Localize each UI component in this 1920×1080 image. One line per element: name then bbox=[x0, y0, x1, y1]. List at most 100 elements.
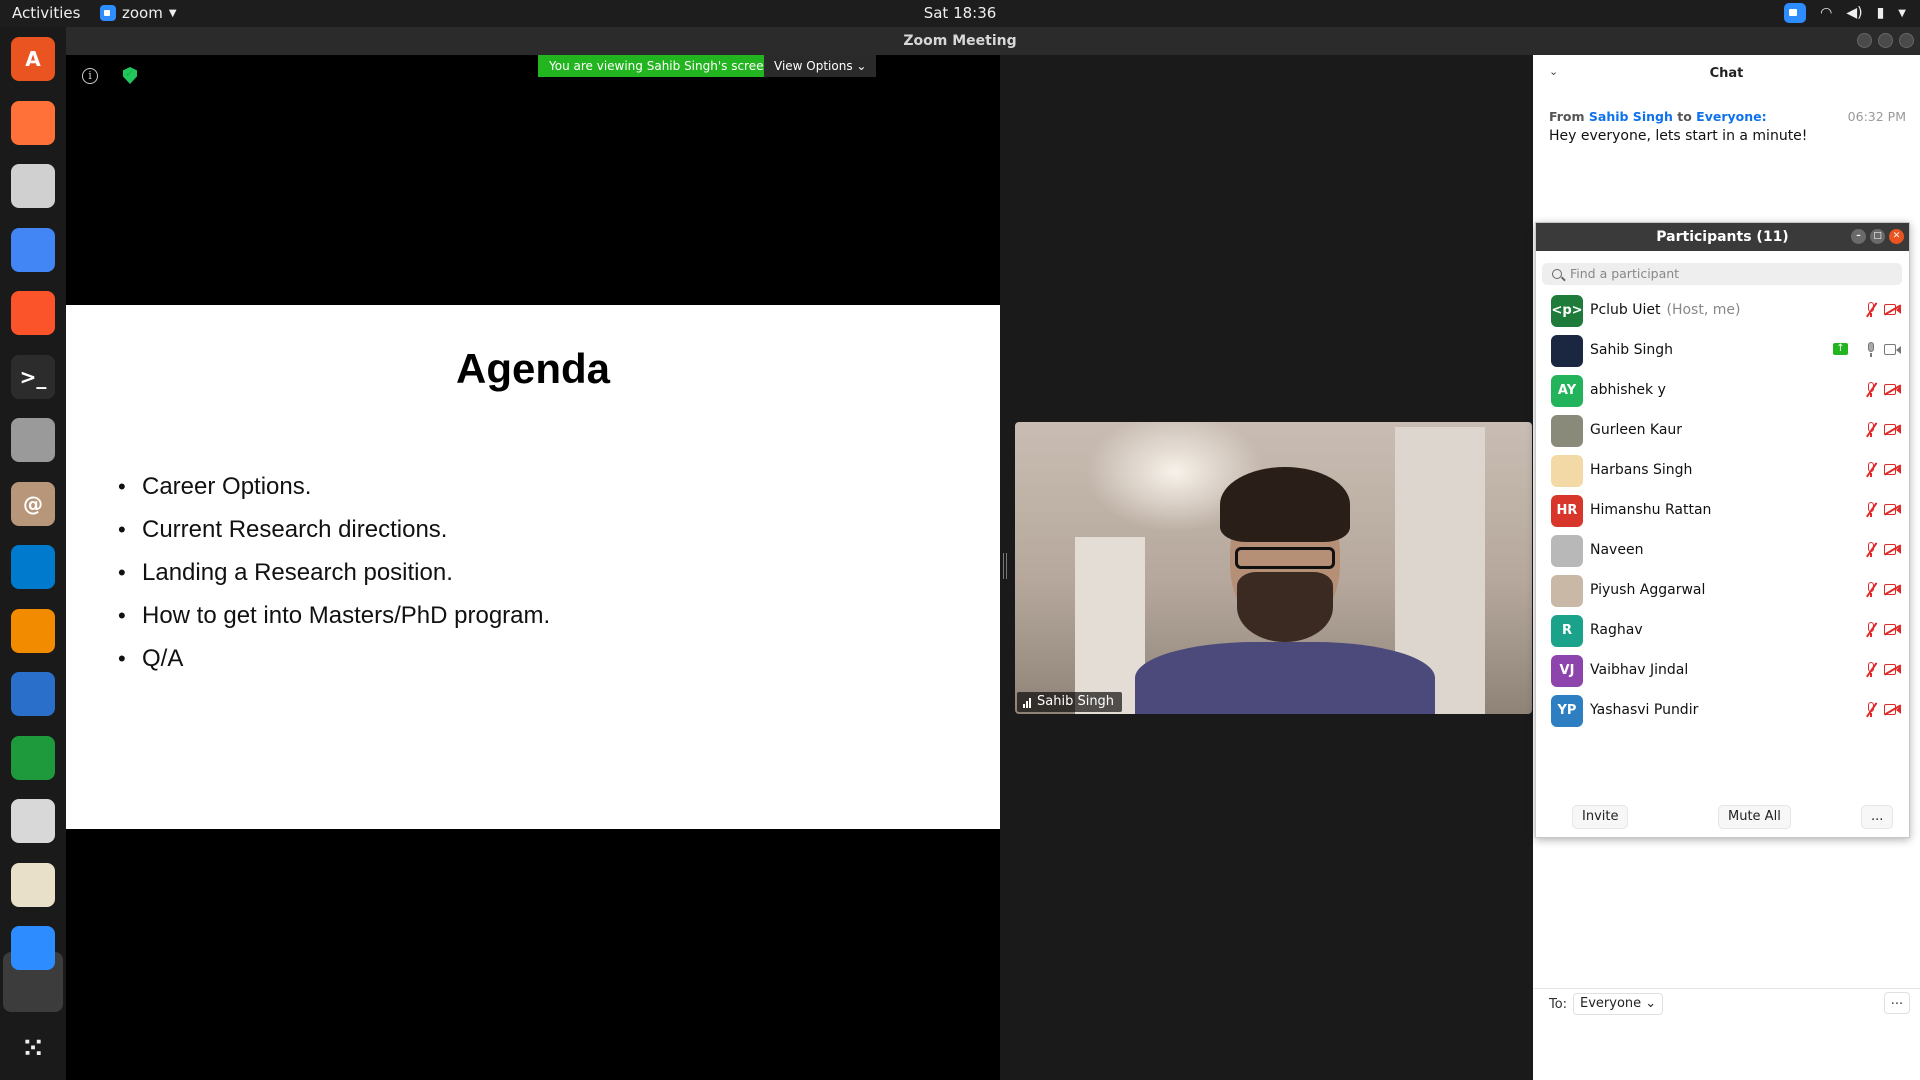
info-icon[interactable]: i bbox=[82, 68, 98, 84]
system-tray[interactable]: ◠ ◀) ▮ ▼ bbox=[1784, 3, 1906, 23]
firefox-icon[interactable] bbox=[11, 100, 55, 145]
microphone-muted-icon[interactable] bbox=[1864, 662, 1878, 678]
video-camera-off-icon[interactable] bbox=[1883, 384, 1902, 396]
video-camera-off-icon[interactable] bbox=[1883, 304, 1902, 316]
participant-name: Pclub Uiet bbox=[1590, 302, 1661, 318]
participant-name: Raghav bbox=[1590, 622, 1643, 638]
chat-recipient-select[interactable]: Everyone ⌄ bbox=[1573, 993, 1664, 1015]
evince-icon[interactable] bbox=[11, 799, 55, 843]
bullet-icon: • bbox=[118, 602, 126, 628]
search-icon bbox=[1552, 269, 1562, 279]
chevron-down-icon[interactable]: ▼ bbox=[1898, 8, 1906, 19]
chat-more-button[interactable]: ... bbox=[1884, 992, 1910, 1014]
participant-list: <p> Pclub Uiet (Host, me) Sahib Singh ↑ AY abh… bbox=[1536, 290, 1909, 730]
vscode-icon[interactable] bbox=[11, 545, 55, 589]
person-hair bbox=[1220, 467, 1350, 542]
microphone-muted-icon[interactable] bbox=[1864, 462, 1878, 478]
video-camera-off-icon[interactable] bbox=[1883, 664, 1902, 676]
calc-icon[interactable] bbox=[11, 735, 55, 780]
participant-name-wrap: abhishek y bbox=[1590, 382, 1666, 398]
terminal-icon[interactable]: >_ bbox=[11, 354, 55, 399]
participant-row[interactable]: AY abhishek y bbox=[1536, 370, 1909, 410]
view-options-button[interactable]: View Options ⌄ bbox=[764, 55, 877, 77]
video-camera-off-icon[interactable] bbox=[1883, 544, 1902, 556]
presentation-slide: Agenda • Career Options. • Current Research… bbox=[66, 305, 1000, 829]
microphone-muted-icon[interactable] bbox=[1864, 582, 1878, 598]
ubuntu-software-icon[interactable]: A bbox=[11, 37, 55, 81]
person-beard bbox=[1237, 572, 1333, 642]
video-camera-off-icon[interactable] bbox=[1883, 504, 1902, 516]
app-menu-label: zoom bbox=[122, 4, 163, 22]
participant-row[interactable]: Piyush Aggarwal bbox=[1536, 570, 1909, 610]
participant-row[interactable]: R Raghav bbox=[1536, 610, 1909, 650]
video-camera-off-icon[interactable] bbox=[1883, 464, 1902, 476]
message-sender[interactable]: Sahib Singh bbox=[1589, 109, 1673, 124]
participant-name-wrap: Pclub Uiet (Host, me) bbox=[1590, 302, 1740, 318]
bullet-icon: • bbox=[118, 473, 126, 499]
viewing-banner: You are viewing Sahib Singh's screen bbox=[538, 55, 783, 77]
video-camera-off-icon[interactable] bbox=[1883, 584, 1902, 596]
bullet-icon: • bbox=[118, 516, 126, 542]
invite-button[interactable]: Invite bbox=[1572, 805, 1629, 829]
minimize-button[interactable] bbox=[1857, 33, 1872, 48]
chrome-icon[interactable] bbox=[11, 227, 55, 272]
close-button[interactable]: ✕ bbox=[1889, 229, 1904, 244]
chat-to-label: To: bbox=[1549, 997, 1568, 1012]
video-camera-off-icon[interactable] bbox=[1883, 704, 1902, 716]
resize-handle[interactable] bbox=[1003, 553, 1007, 579]
mute-all-button[interactable]: Mute All bbox=[1718, 805, 1791, 829]
microphone-icon[interactable] bbox=[1864, 342, 1878, 358]
participant-name: Harbans Singh bbox=[1590, 462, 1693, 478]
microphone-muted-icon[interactable] bbox=[1864, 382, 1878, 398]
participant-row[interactable]: VJ Vaibhav Jindal bbox=[1536, 650, 1909, 690]
maximize-button[interactable] bbox=[1878, 33, 1893, 48]
zoom-icon[interactable] bbox=[11, 926, 55, 970]
zoom-tray-icon[interactable] bbox=[1784, 3, 1807, 23]
files-icon[interactable] bbox=[11, 164, 55, 208]
camera-icon[interactable] bbox=[11, 418, 55, 462]
battery-icon[interactable]: ▮ bbox=[1877, 5, 1885, 21]
activities-button[interactable]: Activities bbox=[12, 4, 80, 22]
participant-row[interactable]: Gurleen Kaur bbox=[1536, 410, 1909, 450]
participant-row[interactable]: HR Himanshu Rattan bbox=[1536, 490, 1909, 530]
message-recipient[interactable]: Everyone: bbox=[1696, 109, 1766, 124]
video-tile[interactable]: Sahib Singh bbox=[1015, 422, 1532, 714]
participant-search-input[interactable]: Find a participant bbox=[1542, 263, 1902, 285]
clock[interactable]: Sat 18:36 bbox=[0, 4, 1920, 22]
minimize-button[interactable]: – bbox=[1851, 229, 1866, 244]
chat-title: Chat bbox=[1709, 66, 1744, 81]
archive-icon[interactable]: @ bbox=[11, 481, 55, 526]
encryption-shield-icon[interactable] bbox=[123, 67, 137, 84]
video-camera-off-icon[interactable] bbox=[1883, 424, 1902, 436]
writer-icon[interactable] bbox=[11, 672, 55, 716]
participant-name: Sahib Singh bbox=[1590, 342, 1673, 358]
participant-row[interactable]: Harbans Singh bbox=[1536, 450, 1909, 490]
microphone-muted-icon[interactable] bbox=[1864, 702, 1878, 718]
maximize-button[interactable]: □ bbox=[1870, 229, 1885, 244]
participant-row[interactable]: <p> Pclub Uiet (Host, me) bbox=[1536, 290, 1909, 330]
video-camera-icon[interactable] bbox=[1884, 344, 1901, 355]
microphone-muted-icon[interactable] bbox=[1864, 622, 1878, 638]
chevron-down-icon: ▼ bbox=[168, 7, 177, 19]
brave-icon[interactable] bbox=[11, 291, 55, 335]
microphone-muted-icon[interactable] bbox=[1864, 542, 1878, 558]
avatar: R bbox=[1551, 615, 1583, 647]
participant-name-wrap: Harbans Singh bbox=[1590, 462, 1692, 478]
participant-row[interactable]: Naveen bbox=[1536, 530, 1909, 570]
participant-row[interactable]: Sahib Singh ↑ bbox=[1536, 330, 1909, 370]
meeting-stage: i You are viewing Sahib Singh's screen V… bbox=[66, 55, 1533, 1080]
close-button[interactable] bbox=[1899, 33, 1914, 48]
participant-row[interactable]: YP Yashasvi Pundir bbox=[1536, 690, 1909, 730]
microphone-muted-icon[interactable] bbox=[1864, 302, 1878, 318]
avatar: YP bbox=[1551, 695, 1583, 727]
volume-icon[interactable]: ◀) bbox=[1846, 5, 1862, 21]
text-editor-icon[interactable] bbox=[11, 862, 55, 907]
participants-more-button[interactable]: ... bbox=[1861, 805, 1894, 829]
video-camera-off-icon[interactable] bbox=[1883, 624, 1902, 636]
microphone-muted-icon[interactable] bbox=[1864, 502, 1878, 518]
show-applications-button[interactable]: ⁙ bbox=[11, 1027, 55, 1071]
vlc-icon[interactable] bbox=[11, 608, 55, 653]
wifi-icon[interactable]: ◠ bbox=[1820, 5, 1832, 21]
microphone-muted-icon[interactable] bbox=[1864, 422, 1878, 438]
app-menu[interactable]: zoom ▼ bbox=[100, 4, 177, 22]
